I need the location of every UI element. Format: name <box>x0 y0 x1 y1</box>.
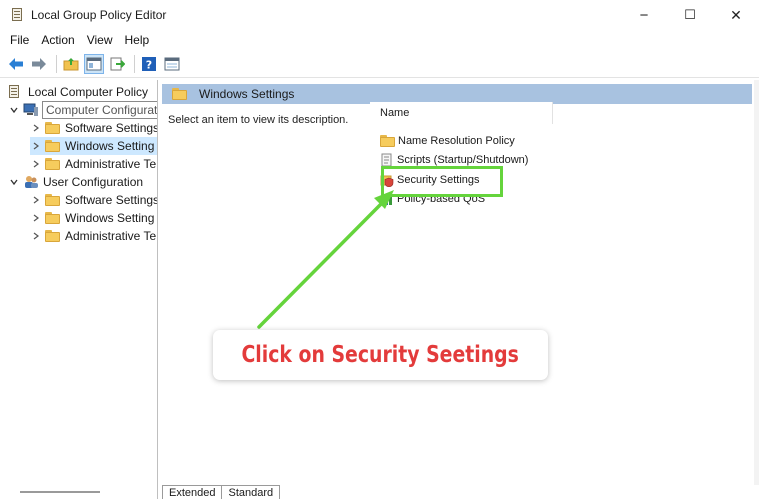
tree-item-label: Windows Setting <box>65 211 155 225</box>
maximize-button[interactable]: ☐ <box>667 0 713 30</box>
tree-item-label: Administrative Te <box>65 229 157 243</box>
tree-item-local-computer-policy[interactable]: Local Computer Policy <box>6 83 148 101</box>
close-button[interactable]: ✕ <box>713 0 759 30</box>
tree-item-label: Local Computer Policy <box>28 85 149 99</box>
tab-extended[interactable]: Extended <box>162 485 223 499</box>
help-icon[interactable]: ? <box>139 54 159 74</box>
list-item-label: Name Resolution Policy <box>398 135 515 147</box>
svg-text:?: ? <box>146 59 152 72</box>
folder-icon <box>172 88 187 100</box>
chevron-right-icon[interactable] <box>30 230 42 242</box>
folder-icon <box>45 122 60 134</box>
group-policy-app-icon <box>9 7 25 23</box>
tree-item-computer-configuration[interactable] <box>8 101 43 119</box>
chevron-down-icon[interactable] <box>8 104 20 116</box>
menu-help[interactable]: Help <box>119 33 156 47</box>
result-pane: Windows Settings Select an item to view … <box>162 80 759 499</box>
console-tree: Local Computer Policy Computer Configura… <box>0 80 158 499</box>
instruction-callout: Click on Security Seetings <box>213 330 548 380</box>
toolbar-separator <box>134 55 135 73</box>
back-arrow-icon[interactable] <box>6 54 26 74</box>
tree-item-computer-administrative-templates[interactable]: Administrative Te <box>30 155 156 173</box>
folder-icon <box>45 158 60 170</box>
up-folder-icon[interactable] <box>61 54 81 74</box>
tree-item-user-windows-settings[interactable]: Windows Setting <box>30 209 154 227</box>
folder-icon <box>45 140 60 152</box>
tree-item-label: Software Settings <box>65 193 158 207</box>
computer-icon <box>23 103 39 117</box>
folder-icon <box>45 230 60 242</box>
column-header-name[interactable]: Name <box>370 102 553 124</box>
chevron-right-icon[interactable] <box>30 158 42 170</box>
security-settings-highlight <box>381 166 503 197</box>
pane-header-title: Windows Settings <box>199 87 295 101</box>
vertical-scrollbar[interactable] <box>754 80 759 485</box>
forward-arrow-icon[interactable] <box>29 54 49 74</box>
window-title: Local Group Policy Editor <box>31 8 167 22</box>
chevron-down-icon[interactable] <box>8 176 20 188</box>
tree-item-user-software-settings[interactable]: Software Settings <box>30 191 158 209</box>
chevron-right-icon[interactable] <box>30 140 42 152</box>
properties-icon[interactable] <box>162 54 182 74</box>
tree-item-label: Windows Setting <box>65 139 155 153</box>
script-icon <box>380 153 394 167</box>
horizontal-scrollbar[interactable] <box>20 491 100 493</box>
description-text: Select an item to view its description. <box>168 114 349 126</box>
tree-item-label: Administrative Te <box>65 157 157 171</box>
tree-item-user-administrative-templates[interactable]: Administrative Te <box>30 227 156 245</box>
title-bar: Local Group Policy Editor − ☐ ✕ <box>0 0 759 30</box>
menu-action[interactable]: Action <box>35 33 80 47</box>
users-icon <box>23 175 39 189</box>
toolbar: ? <box>0 51 759 78</box>
minimize-button[interactable]: − <box>621 0 667 30</box>
tree-item-label: Software Settings <box>65 121 158 135</box>
tree-item-user-configuration[interactable]: User Configuration <box>8 173 143 191</box>
tab-standard[interactable]: Standard <box>221 485 281 499</box>
chevron-right-icon[interactable] <box>30 194 42 206</box>
pane-header: Windows Settings <box>162 84 752 104</box>
menu-view[interactable]: View <box>81 33 119 47</box>
show-hide-tree-icon[interactable] <box>84 54 104 74</box>
callout-text: Click on Security Seetings <box>241 342 520 368</box>
view-tabs: Extended Standard <box>162 485 281 499</box>
folder-icon <box>45 194 60 206</box>
tree-item-tooltip: Computer Configuration <box>42 101 157 119</box>
policy-icon <box>6 84 22 100</box>
tree-item-computer-software-settings[interactable]: Software Settings <box>30 119 158 137</box>
folder-icon <box>45 212 60 224</box>
menu-file[interactable]: File <box>4 33 35 47</box>
list-item-name-resolution-policy[interactable]: Name Resolution Policy <box>380 132 515 150</box>
toolbar-separator <box>56 55 57 73</box>
menu-bar: File Action View Help <box>0 30 759 50</box>
list-item-label: Scripts (Startup/Shutdown) <box>397 154 529 166</box>
tree-item-computer-windows-settings[interactable]: Windows Setting <box>30 137 157 155</box>
chevron-right-icon[interactable] <box>30 122 42 134</box>
tree-item-label: User Configuration <box>43 175 144 189</box>
folder-icon <box>380 135 395 147</box>
chevron-right-icon[interactable] <box>30 212 42 224</box>
export-list-icon[interactable] <box>107 54 127 74</box>
